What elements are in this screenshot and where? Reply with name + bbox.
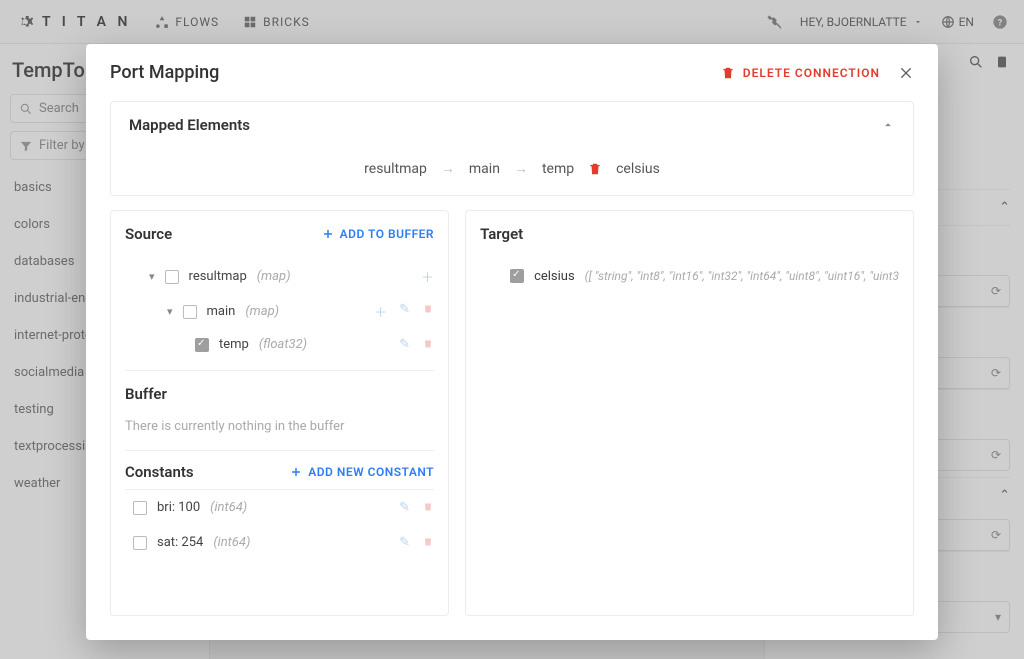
plus-icon xyxy=(290,466,302,478)
dialog-title: Port Mapping xyxy=(110,62,219,83)
delete-icon[interactable] xyxy=(422,535,434,550)
crumb-item: resultmap xyxy=(364,161,427,177)
constant-row[interactable]: bri: 100 (int64) ✎ xyxy=(125,490,434,525)
edit-icon[interactable]: ✎ xyxy=(399,535,410,550)
tree-label: temp xyxy=(219,337,249,352)
crumb-item: celsius xyxy=(616,161,660,177)
tree-label: main xyxy=(207,304,236,319)
checkbox[interactable] xyxy=(133,536,147,550)
checkbox[interactable] xyxy=(165,270,179,284)
target-title: Target xyxy=(480,225,523,243)
mapped-elements-card: Mapped Elements resultmap → main → temp … xyxy=(110,101,914,196)
trash-icon xyxy=(588,162,602,176)
constant-type: (int64) xyxy=(213,535,250,550)
tree-type: (map) xyxy=(257,269,291,284)
close-icon xyxy=(898,65,914,81)
tree-type: (float32) xyxy=(259,337,307,352)
delete-icon[interactable] xyxy=(422,302,434,321)
collapse-button[interactable] xyxy=(881,118,895,132)
mapping-breadcrumb: resultmap → main → temp celsius xyxy=(129,160,895,177)
buffer-empty-text: There is currently nothing in the buffer xyxy=(125,413,434,450)
modal-backdrop: Port Mapping DELETE CONNECTION Mapped El… xyxy=(0,0,1024,659)
crumb-item: main xyxy=(469,161,500,177)
edit-icon[interactable]: ✎ xyxy=(399,500,410,515)
target-label: celsius xyxy=(534,269,575,284)
tree-row-temp[interactable]: temp (float32) ✎ xyxy=(125,329,434,360)
source-panel: Source ADD TO BUFFER ▾ resultmap (map) ＋ xyxy=(110,210,449,616)
target-row-celsius[interactable]: celsius ([ "string", "int8", "int16", "i… xyxy=(480,259,899,284)
delete-icon[interactable] xyxy=(422,500,434,515)
chevron-up-icon xyxy=(881,118,895,132)
constant-label: sat: 254 xyxy=(157,535,203,550)
constant-label: bri: 100 xyxy=(157,500,200,515)
crumb-item: temp xyxy=(542,161,574,177)
add-to-buffer-button[interactable]: ADD TO BUFFER xyxy=(322,227,434,241)
arrow-icon: → xyxy=(514,160,528,177)
edit-icon[interactable]: ✎ xyxy=(399,337,410,352)
checkbox-checked[interactable] xyxy=(195,338,209,352)
tree-row-main[interactable]: ▾ main (map) ＋ ✎ xyxy=(125,294,434,329)
checkbox[interactable] xyxy=(133,501,147,515)
edit-icon[interactable]: ✎ xyxy=(399,302,410,321)
add-icon[interactable]: ＋ xyxy=(374,302,387,321)
port-mapping-dialog: Port Mapping DELETE CONNECTION Mapped El… xyxy=(86,44,938,640)
expand-toggle[interactable]: ▾ xyxy=(167,305,173,318)
constants-title: Constants xyxy=(125,463,194,481)
tree-row-resultmap[interactable]: ▾ resultmap (map) ＋ xyxy=(125,259,434,294)
target-types: ([ "string", "int8", "int16", "int32", "… xyxy=(585,269,899,283)
close-dialog-button[interactable] xyxy=(898,65,914,81)
buffer-title: Buffer xyxy=(125,371,434,413)
target-panel: Target celsius ([ "string", "int8", "int… xyxy=(465,210,914,616)
mapped-elements-title: Mapped Elements xyxy=(129,116,250,134)
checkbox[interactable] xyxy=(183,305,197,319)
expand-toggle[interactable]: ▾ xyxy=(149,270,155,283)
delete-icon[interactable] xyxy=(422,337,434,352)
constant-row[interactable]: sat: 254 (int64) ✎ xyxy=(125,525,434,560)
checkbox-checked[interactable] xyxy=(510,269,524,283)
plus-icon xyxy=(322,228,334,240)
add-icon[interactable]: ＋ xyxy=(421,267,434,286)
arrow-icon: → xyxy=(441,160,455,177)
delete-connection-button[interactable]: DELETE CONNECTION xyxy=(721,66,880,80)
trash-icon xyxy=(721,66,735,80)
constant-type: (int64) xyxy=(210,500,247,515)
add-new-constant-button[interactable]: ADD NEW CONSTANT xyxy=(290,465,434,479)
tree-label: resultmap xyxy=(189,269,247,284)
source-title: Source xyxy=(125,225,172,243)
remove-mapping-button[interactable] xyxy=(588,162,602,176)
tree-type: (map) xyxy=(245,304,279,319)
